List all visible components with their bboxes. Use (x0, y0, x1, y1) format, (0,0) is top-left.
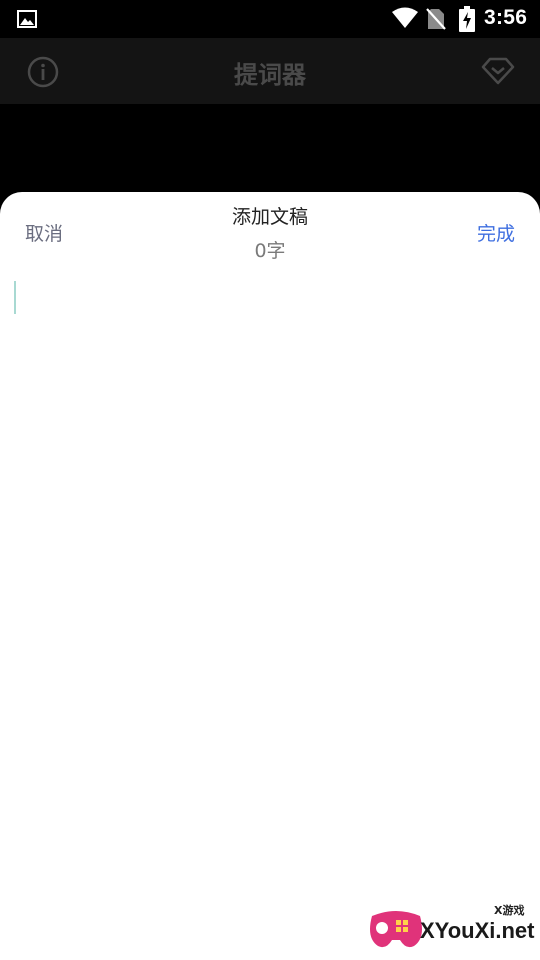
app-bar: 提词器 (0, 38, 540, 104)
word-count: 0字 (254, 240, 286, 262)
script-text-input[interactable] (0, 272, 540, 960)
status-time: 3:56 (484, 6, 528, 29)
wifi-icon (392, 7, 418, 33)
battery-charging-icon (459, 6, 475, 36)
done-button[interactable]: 完成 (477, 219, 515, 246)
watermark-small-text: X游戏 (494, 904, 525, 917)
diamond-icon[interactable] (481, 57, 515, 89)
app-title: 提词器 (234, 61, 306, 89)
watermark: X游戏 XYouXi.net (366, 900, 536, 956)
gallery-icon (17, 10, 37, 32)
no-sim-icon (426, 8, 446, 34)
sheet-title: 添加文稿 (231, 206, 308, 228)
text-caret (14, 281, 16, 314)
status-bar: 3:56 (0, 0, 540, 38)
add-script-sheet: 取消 添加文稿 0字 完成 (0, 192, 540, 960)
watermark-text: XYouXi.net (420, 918, 535, 943)
gamepad-logo-icon (366, 902, 426, 958)
